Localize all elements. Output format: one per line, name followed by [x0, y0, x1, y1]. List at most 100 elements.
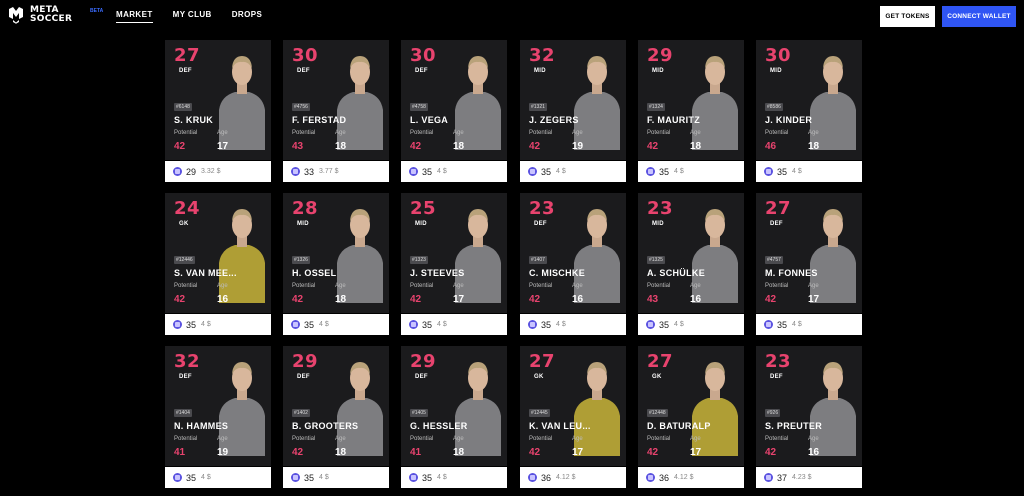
potential-value: 43 — [292, 141, 304, 152]
potential-value: 42 — [529, 141, 541, 152]
price-bar[interactable]: 35 4 $ — [756, 314, 862, 335]
player-rating: 23 — [529, 198, 556, 219]
price-bar[interactable]: 35 4 $ — [283, 314, 389, 335]
logo-icon — [8, 6, 24, 24]
potential-label: Potential — [529, 436, 553, 442]
player-card[interactable]: 28 MID #1326 H. OSSEL Potential Age 42 18 35 4 $ — [283, 193, 389, 335]
age-label: Age — [453, 130, 464, 136]
get-tokens-button[interactable]: GET TOKENS — [880, 6, 935, 27]
price-bar[interactable]: 37 4.23 $ — [756, 467, 862, 488]
player-rating: 30 — [292, 45, 319, 66]
meta-soccer-logo[interactable]: META SOCCER BETA — [8, 6, 103, 24]
player-name: C. MISCHKE — [529, 268, 586, 278]
player-card[interactable]: 30 MID #8586 J. KINDER Potential Age 46 18 35 4 $ — [756, 40, 862, 182]
potential-label: Potential — [647, 130, 671, 136]
token-id-badge: #4757 — [765, 256, 783, 264]
player-card[interactable]: 23 DEF #926 S. PREUTER Potential Age 42 16 37 4.2… — [756, 346, 862, 488]
token-price: 35 — [777, 166, 788, 177]
player-card[interactable]: 30 DEF #4756 F. FERSTAD Potential Age 43 18 33 3.… — [283, 40, 389, 182]
price-bar[interactable]: 35 4 $ — [165, 467, 271, 488]
player-rating: 23 — [647, 198, 674, 219]
price-bar[interactable]: 35 4 $ — [638, 161, 744, 182]
token-price: 35 — [659, 166, 670, 177]
coin-icon — [291, 167, 300, 176]
player-card[interactable]: 29 DEF #1405 G. HESSLER Potential Age 41 18 35 4 … — [401, 346, 507, 488]
nav-market[interactable]: MARKET — [116, 10, 153, 23]
player-card[interactable]: 24 GK #12446 S. VAN MEE... Potential Age 42 16 3… — [165, 193, 271, 335]
player-card[interactable]: 23 DEF #1407 C. MISCHKE Potential Age 42 16 35 4 … — [520, 193, 626, 335]
player-rating: 32 — [529, 45, 556, 66]
player-card[interactable]: 25 MID #1323 J. STEEVES Potential Age 42 17 35 4 … — [401, 193, 507, 335]
age-value: 18 — [335, 294, 347, 305]
usd-price: 4 $ — [201, 474, 211, 481]
token-id-badge: #1324 — [647, 103, 665, 111]
coin-icon — [173, 167, 182, 176]
player-name: B. GROOTERS — [292, 421, 359, 431]
player-card[interactable]: 32 MID #1321 J. ZEGERS Potential Age 42 19 35 4 $ — [520, 40, 626, 182]
price-bar[interactable]: 35 4 $ — [520, 314, 626, 335]
age-value: 18 — [335, 447, 347, 458]
price-bar[interactable]: 35 4 $ — [165, 314, 271, 335]
player-card[interactable]: 27 GK #12445 K. VAN LEU... Potential Age 42 17 3… — [520, 346, 626, 488]
age-value: 16 — [572, 294, 584, 305]
potential-value: 42 — [765, 447, 777, 458]
token-price: 29 — [186, 166, 197, 177]
player-rating: 27 — [765, 198, 792, 219]
player-card[interactable]: 27 GK #12448 D. BATURALP Potential Age 42 17 36 4… — [638, 346, 744, 488]
player-position: DEF — [415, 374, 428, 380]
usd-price: 4.12 $ — [674, 474, 694, 481]
player-card-body: 28 MID #1326 H. OSSEL Potential Age 42 18 — [283, 193, 389, 313]
price-bar[interactable]: 29 3.32 $ — [165, 161, 271, 182]
potential-value: 42 — [292, 294, 304, 305]
age-label: Age — [690, 130, 701, 136]
coin-icon — [646, 473, 655, 482]
player-rating: 23 — [765, 351, 792, 372]
token-id-badge: #4758 — [410, 103, 428, 111]
price-bar[interactable]: 35 4 $ — [401, 467, 507, 488]
age-label: Age — [690, 436, 701, 442]
price-bar[interactable]: 35 4 $ — [283, 467, 389, 488]
potential-label: Potential — [174, 283, 198, 289]
player-card[interactable]: 32 DEF #1404 N. HAMMES Potential Age 41 19 35 4 $ — [165, 346, 271, 488]
age-value: 18 — [690, 141, 702, 152]
nav-my-club[interactable]: MY CLUB — [173, 10, 212, 23]
player-rating: 29 — [647, 45, 674, 66]
player-card[interactable]: 27 DEF #4757 M. FONNES Potential Age 42 17 35 4 $ — [756, 193, 862, 335]
connect-wallet-button[interactable]: CONNECT WALLET — [942, 6, 1016, 27]
price-bar[interactable]: 35 4 $ — [401, 314, 507, 335]
price-bar[interactable]: 35 4 $ — [756, 161, 862, 182]
nav-drops[interactable]: DROPS — [232, 10, 262, 23]
player-card-body: 30 DEF #4756 F. FERSTAD Potential Age 43 18 — [283, 40, 389, 160]
player-card[interactable]: 29 DEF #1402 B. GROOTERS Potential Age 42 18 35 4… — [283, 346, 389, 488]
usd-price: 4 $ — [437, 168, 447, 175]
player-card[interactable]: 29 MID #1324 F. MAURITZ Potential Age 42 18 35 4 … — [638, 40, 744, 182]
player-card[interactable]: 27 DEF #6148 S. KRUK Potential Age 42 17 29 3.32 … — [165, 40, 271, 182]
token-id-badge: #1321 — [529, 103, 547, 111]
price-bar[interactable]: 36 4.12 $ — [520, 467, 626, 488]
potential-value: 42 — [292, 447, 304, 458]
price-bar[interactable]: 35 4 $ — [401, 161, 507, 182]
price-bar[interactable]: 35 4 $ — [638, 314, 744, 335]
player-card-body: 29 MID #1324 F. MAURITZ Potential Age 42 18 — [638, 40, 744, 160]
potential-value: 46 — [765, 141, 777, 152]
potential-label: Potential — [292, 283, 316, 289]
price-bar[interactable]: 33 3.77 $ — [283, 161, 389, 182]
player-card-body: 27 DEF #4757 M. FONNES Potential Age 42 17 — [756, 193, 862, 313]
potential-label: Potential — [410, 283, 434, 289]
price-bar[interactable]: 35 4 $ — [520, 161, 626, 182]
player-card-body: 24 GK #12446 S. VAN MEE... Potential Age 42 16 — [165, 193, 271, 313]
usd-price: 4 $ — [437, 474, 447, 481]
age-label: Age — [217, 283, 228, 289]
coin-icon — [528, 167, 537, 176]
token-price: 36 — [659, 472, 670, 483]
usd-price: 4 $ — [556, 168, 566, 175]
age-value: 16 — [690, 294, 702, 305]
player-card[interactable]: 23 MID #1325 A. SCHÜLKE Potential Age 43 16 35 4 … — [638, 193, 744, 335]
player-card-body: 30 MID #8586 J. KINDER Potential Age 46 18 — [756, 40, 862, 160]
token-price: 35 — [777, 319, 788, 330]
price-bar[interactable]: 36 4.12 $ — [638, 467, 744, 488]
player-name: M. FONNES — [765, 268, 818, 278]
token-id-badge: #926 — [765, 409, 781, 417]
player-position: DEF — [297, 68, 310, 74]
player-card[interactable]: 30 DEF #4758 L. VEGA Potential Age 42 18 35 4 $ — [401, 40, 507, 182]
